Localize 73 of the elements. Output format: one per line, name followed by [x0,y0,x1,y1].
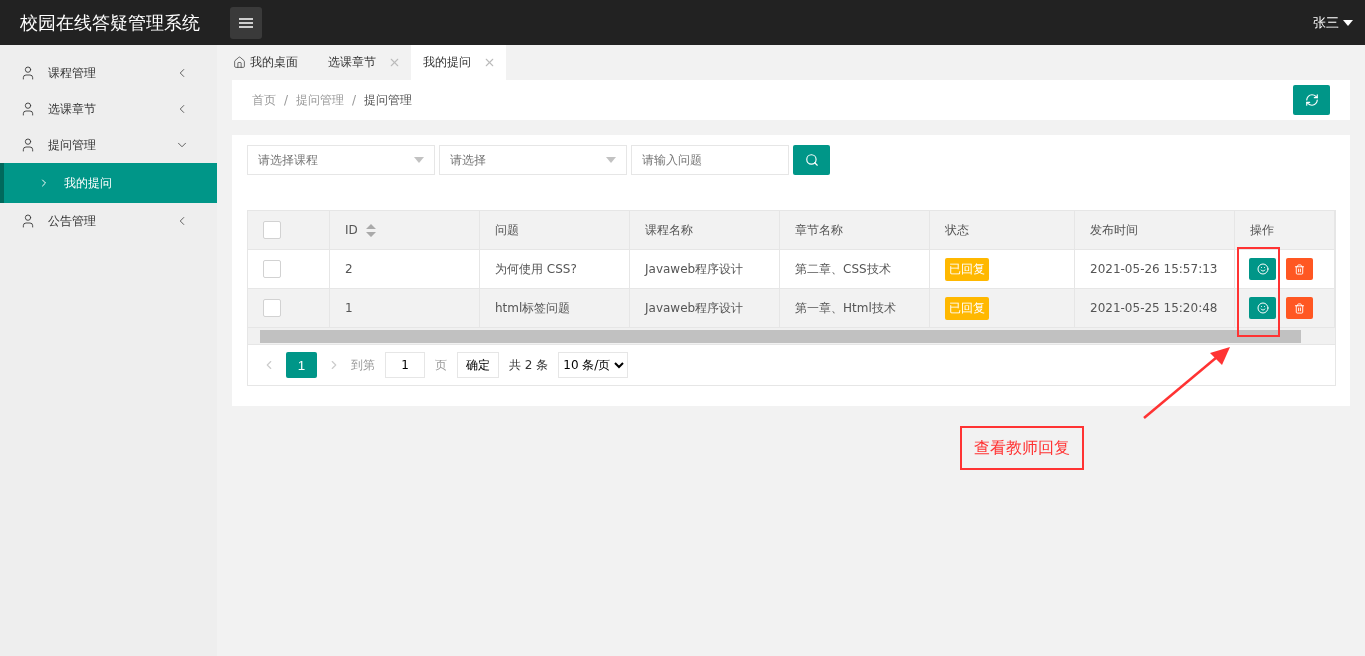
smile-icon [1256,302,1269,314]
table-cell: Javaweb程序设计 [645,299,744,317]
nav-item[interactable]: 选课章节 [0,91,217,127]
column-title: 操作 [1250,221,1274,239]
trash-icon [1294,302,1305,314]
user-icon [20,137,36,153]
total-count: 共 2 条 [509,356,549,374]
confirm-button[interactable]: 确定 [457,352,499,378]
checkbox[interactable] [263,260,281,278]
table-cell: 2 [345,262,353,276]
page-size-select[interactable]: 10 条/页 [558,352,629,378]
horizontal-scrollbar[interactable] [248,328,1335,345]
question-input[interactable]: 请输入问题 [631,145,789,175]
checkbox[interactable] [263,299,281,317]
nav-subitem[interactable]: 我的提问 [0,163,217,203]
page-number[interactable]: 1 [286,352,317,378]
caret-icon [1343,19,1353,26]
tab[interactable]: 我的桌面 [221,45,316,80]
close-icon[interactable] [483,56,496,69]
home-icon [233,56,246,69]
menu-icon [239,17,253,28]
table-cell: 1 [345,301,353,315]
column-title: 问题 [495,221,519,239]
sort-icon[interactable] [365,223,376,237]
chapter-select[interactable]: 请选择 [439,145,627,175]
tab[interactable]: 选课章节 [316,45,411,80]
table-cell: 第二章、CSS技术 [795,260,891,278]
app-title: 校园在线答疑管理系统 [20,10,201,35]
user-icon [20,65,36,81]
nav-item[interactable]: 提问管理 [0,127,217,163]
search-icon [804,153,819,167]
user-icon [20,101,36,117]
column-title: 章节名称 [795,221,843,239]
smile-icon [1256,263,1269,275]
breadcrumb-separator: / [352,93,357,107]
search-button[interactable] [793,145,830,175]
page-input[interactable]: 1 [385,352,425,378]
menu-button[interactable] [230,6,262,39]
delete-button[interactable] [1286,258,1313,280]
course-select[interactable]: 请选择课程 [247,145,435,175]
status-badge: 已回复 [945,296,989,320]
delete-button[interactable] [1286,297,1313,319]
table-cell: Javaweb程序设计 [645,260,744,278]
refresh-button[interactable] [1293,85,1330,115]
user-icon [20,213,36,229]
close-icon[interactable] [388,56,401,69]
view-reply-button[interactable] [1249,297,1276,319]
nav-item[interactable]: 课程管理 [0,55,217,91]
nav-item[interactable]: 公告管理 [0,203,217,239]
page-unit: 页 [435,356,447,374]
table-cell: html标签问题 [495,299,571,317]
refresh-icon [1304,93,1319,107]
breadcrumb-link[interactable]: 提问管理 [364,91,413,109]
table-cell: 2021-05-26 15:57:13 [1090,262,1218,276]
user-menu[interactable]: 张三 [1313,13,1353,32]
table-cell: 第一章、Html技术 [795,299,896,317]
column-header[interactable]: ID [330,211,480,249]
goto-label: 到第 [351,356,375,374]
view-reply-button[interactable] [1249,258,1276,280]
table-cell: 2021-05-25 15:20:48 [1090,301,1218,315]
column-title: ID [345,223,358,237]
trash-icon [1294,263,1305,275]
column-title: 课程名称 [645,221,693,239]
table-cell: 为何使用 CSS? [495,260,577,278]
status-badge: 已回复 [945,257,989,281]
column-title: 状态 [945,221,969,239]
column-title: 发布时间 [1090,221,1138,239]
breadcrumb-separator: / [284,93,289,107]
caret-icon [606,157,616,163]
tab[interactable]: 我的提问 [411,45,506,80]
annotation-label: 查看教师回复 [960,426,1084,470]
checkbox[interactable] [263,221,281,239]
caret-icon [414,157,424,163]
